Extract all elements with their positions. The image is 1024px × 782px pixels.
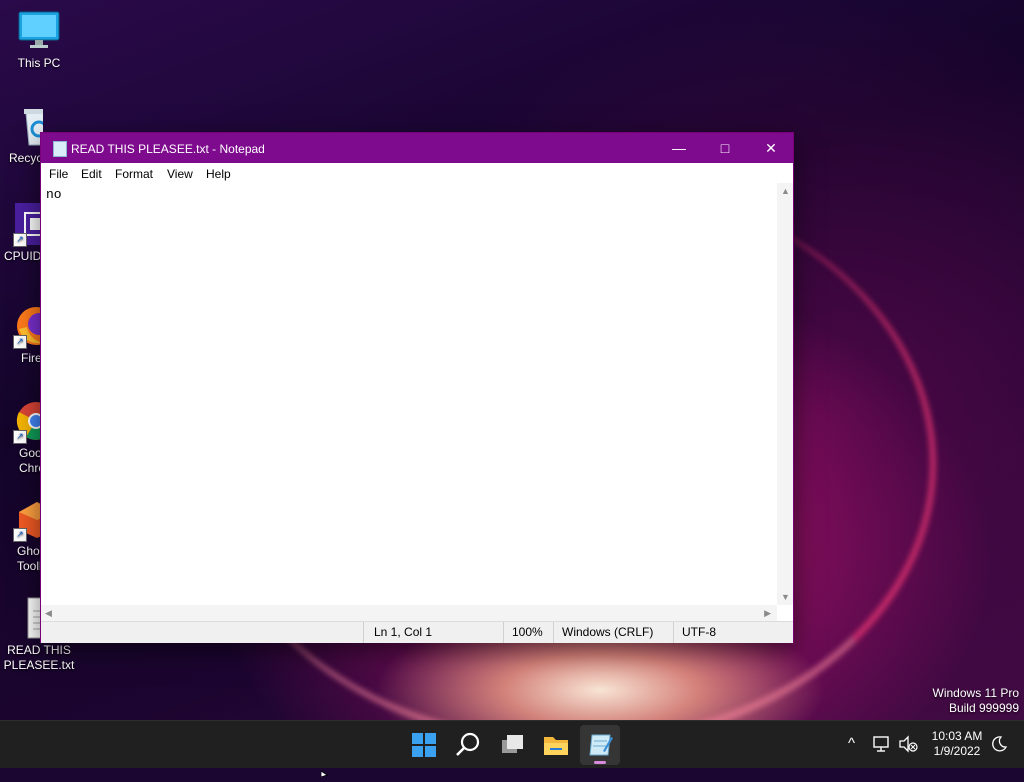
notepad-icon <box>589 734 613 756</box>
volume-muted-icon[interactable] <box>898 735 918 756</box>
desktop-icon-label: CPUID <box>4 249 40 263</box>
start-button[interactable] <box>404 725 444 765</box>
search-button[interactable] <box>448 725 488 765</box>
window-titlebar[interactable]: READ THIS PLEASEE.txt - Notepad — □ ✕ <box>41 133 793 163</box>
desktop-icon-ghost-toolbox[interactable]: ↗ Ghost Toolbox <box>1 498 43 574</box>
clock[interactable]: 10:03 AM 1/9/2022 <box>924 729 990 759</box>
status-line-ending: Windows (CRLF) <box>553 622 673 643</box>
active-indicator <box>594 761 606 764</box>
firefox-icon: ↗ <box>13 305 40 349</box>
desktop-icon-label: Ghost Toolbox <box>17 544 43 573</box>
show-hidden-icons-chevron[interactable]: ^ <box>848 735 855 752</box>
desktop-icon-cpuid[interactable]: ↗ CPUID <box>1 203 40 264</box>
vertical-scrollbar[interactable]: ▲ ▼ <box>777 183 793 605</box>
menu-help[interactable]: Help <box>206 167 231 181</box>
notepad-window[interactable]: READ THIS PLEASEE.txt - Notepad — □ ✕ Fi… <box>40 132 794 643</box>
mouse-cursor-icon <box>320 764 329 782</box>
notepad-taskbar-button[interactable] <box>580 725 620 765</box>
search-icon <box>456 732 480 756</box>
horizontal-scrollbar[interactable]: ◀ ▶ <box>41 605 777 621</box>
menu-edit[interactable]: Edit <box>81 167 102 181</box>
task-view-icon <box>502 735 523 753</box>
maximize-button[interactable]: □ <box>702 133 748 163</box>
task-view-button[interactable] <box>492 725 532 765</box>
toolbox-icon: ↗ <box>13 498 43 542</box>
scroll-right-icon[interactable]: ▶ <box>764 608 771 619</box>
minimize-button[interactable]: — <box>656 133 702 163</box>
focus-assist-moon-icon[interactable] <box>990 735 1008 756</box>
desktop-icon-label: READ THIS PLEASEE.txt <box>3 643 75 672</box>
desktop-icon-firefox[interactable]: ↗ Firefox <box>1 305 40 366</box>
shortcut-arrow-icon: ↗ <box>13 528 27 542</box>
menu-view[interactable]: View <box>167 167 193 181</box>
scroll-down-icon[interactable]: ▼ <box>781 592 790 602</box>
desktop-icon-label: Google Chrome <box>19 446 43 475</box>
taskbar: ^ 10:03 AM 1/9/2022 <box>0 720 1024 768</box>
windows-watermark: Windows 11 Pro Build 999999 <box>933 686 1019 716</box>
monitor-icon <box>18 10 60 52</box>
desktop-icon-google-chrome[interactable]: ↗ Google Chrome <box>1 400 43 476</box>
menu-file[interactable]: File <box>49 167 68 181</box>
scroll-up-icon[interactable]: ▲ <box>781 186 790 196</box>
watermark-edition: Windows 11 Pro <box>932 686 1019 700</box>
scroll-left-icon[interactable]: ◀ <box>45 608 52 619</box>
desktop-icon-label: This PC <box>17 56 61 70</box>
clock-time: 10:03 AM <box>931 729 983 743</box>
shortcut-arrow-icon: ↗ <box>13 430 27 444</box>
status-zoom: 100% <box>503 622 553 643</box>
menu-bar: File Edit Format View Help <box>41 163 793 183</box>
close-button[interactable]: ✕ <box>748 133 794 163</box>
editor-content: no <box>46 187 62 202</box>
status-position: Ln 1, Col 1 <box>363 622 503 643</box>
status-bar: Ln 1, Col 1 100% Windows (CRLF) UTF-8 <box>41 621 793 643</box>
text-editor-area[interactable]: no <box>41 183 777 605</box>
menu-format[interactable]: Format <box>115 167 153 181</box>
shortcut-arrow-icon: ↗ <box>13 335 27 349</box>
window-title: READ THIS PLEASEE.txt - Notepad <box>71 142 265 156</box>
desktop-icon-recycle-bin[interactable]: Recycle Bin <box>1 105 43 166</box>
desktop-icon-label: Recycle Bin <box>9 151 43 165</box>
desktop-icon-this-pc[interactable]: This PC <box>1 10 77 71</box>
clock-date: 1/9/2022 <box>933 744 981 758</box>
notepad-icon <box>53 141 67 157</box>
watermark-build: Build 999999 <box>948 701 1019 715</box>
windows-logo-icon <box>412 733 436 757</box>
shortcut-arrow-icon: ↗ <box>13 233 27 247</box>
status-encoding: UTF-8 <box>673 622 791 643</box>
network-icon[interactable] <box>872 735 892 756</box>
file-explorer-button[interactable] <box>536 725 576 765</box>
chrome-icon: ↗ <box>13 400 43 444</box>
cpu-chip-icon: ↗ <box>13 203 40 247</box>
folder-icon <box>544 737 568 755</box>
desktop-icon-label: Firefox <box>21 351 40 365</box>
